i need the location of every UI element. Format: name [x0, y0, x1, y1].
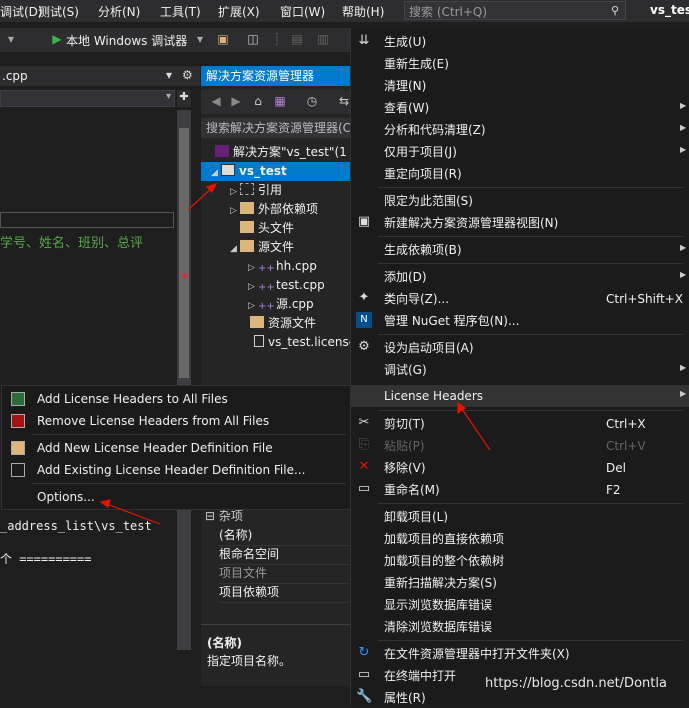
arrow-head [99, 499, 111, 508]
arrow-to-license-headers [459, 405, 491, 451]
arrow-to-options [103, 502, 161, 525]
watermark: https://blog.csdn.net/Dontla [485, 676, 667, 691]
annotation-arrows [99, 182, 491, 525]
